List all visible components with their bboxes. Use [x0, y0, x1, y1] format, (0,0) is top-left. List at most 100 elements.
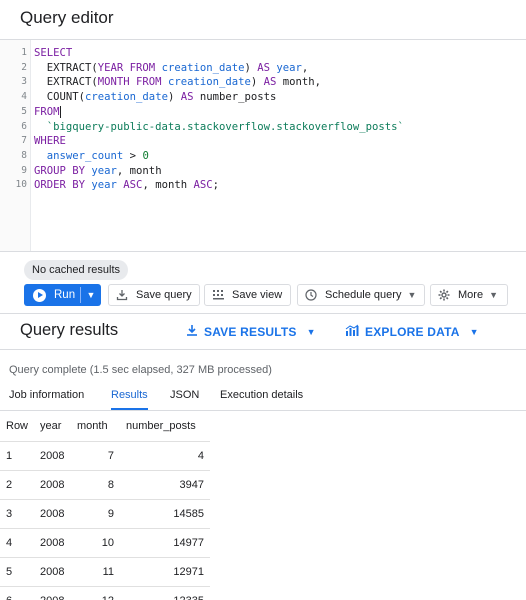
cell-year: 2008: [34, 557, 72, 587]
line-number: 9: [21, 164, 27, 176]
column-header-year: year: [34, 412, 72, 442]
save-results-label: SAVE RESULTS: [204, 325, 297, 339]
code-token: ,: [301, 61, 309, 74]
download-icon: [186, 324, 198, 340]
cell-number-posts: 3947: [120, 470, 211, 500]
cache-status-chip: No cached results: [24, 260, 129, 280]
cell-year: 2008: [34, 528, 72, 558]
schedule-query-label: Schedule query: [325, 289, 402, 301]
download-icon: [115, 288, 129, 302]
code-token: AS: [263, 76, 283, 89]
cell-year: 2008: [34, 441, 72, 471]
tab-execution-details[interactable]: Execution details: [220, 389, 303, 410]
cell-year: 2008: [34, 586, 72, 600]
line-number: 4: [21, 91, 27, 103]
code-token: FROM: [34, 105, 60, 118]
results-header: Query results SAVE RESULTS ▼ EXPLORE DAT…: [0, 317, 526, 347]
code-line[interactable]: 5 FROM: [0, 105, 526, 120]
cell-number-posts: 14977: [120, 528, 211, 558]
cell-month: 11: [71, 557, 121, 587]
code-line[interactable]: 2 EXTRACT(YEAR FROM creation_date) AS ye…: [0, 61, 526, 76]
clock-icon: [304, 288, 318, 302]
cell-month: 8: [71, 470, 121, 500]
code-token: year: [276, 61, 302, 74]
caret-down-icon: ▼: [489, 290, 498, 300]
line-number: 7: [21, 135, 27, 147]
tab-results[interactable]: Results: [111, 389, 148, 410]
code-token: AS: [257, 61, 277, 74]
code-token: YEAR FROM: [97, 61, 162, 74]
code-token: WHERE: [34, 135, 66, 148]
editor-title: Query editor: [20, 8, 114, 27]
cell-number-posts: 4: [120, 441, 211, 471]
play-icon: [33, 288, 46, 302]
code-token: month,: [282, 76, 322, 89]
column-header-number-posts: number_posts: [120, 412, 211, 442]
cell-month: 9: [71, 499, 121, 529]
cell-row: 2: [0, 470, 35, 500]
cell-row: 1: [0, 441, 35, 471]
code-text: WHERE: [34, 134, 66, 149]
code-line[interactable]: 10 ORDER BY year ASC, month ASC;: [0, 178, 526, 193]
cell-row: 5: [0, 557, 35, 587]
code-token: ORDER BY: [34, 179, 92, 192]
explore-data-label: EXPLORE DATA: [365, 325, 460, 339]
cell-year: 2008: [34, 499, 72, 529]
code-token: ): [167, 91, 181, 104]
run-dropdown-button[interactable]: ▼: [81, 284, 101, 306]
results-tabs: Job information Results JSON Execution d…: [0, 384, 526, 410]
code-line[interactable]: 6 `bigquery-public-data.stackoverflow.st…: [0, 120, 526, 135]
caret-down-icon: ▼: [407, 290, 417, 300]
run-button[interactable]: Run: [24, 284, 80, 306]
sql-editor[interactable]: 1 SELECT 2 EXTRACT(YEAR FROM creation_date…: [0, 40, 526, 252]
code-line[interactable]: 4 COUNT(creation_date) AS number_posts: [0, 90, 526, 105]
code-token: COUNT(: [34, 91, 86, 104]
text-cursor: [59, 105, 61, 118]
tab-job-information[interactable]: Job information: [9, 389, 84, 410]
line-number: 5: [21, 105, 27, 117]
schedule-query-button[interactable]: Schedule query ▼: [297, 284, 425, 306]
more-button[interactable]: More ▼: [430, 284, 508, 306]
editor-header: Query editor: [0, 0, 526, 40]
code-token: SELECT: [34, 47, 73, 59]
code-token: MONTH FROM: [97, 76, 168, 89]
cell-number-posts: 12971: [120, 557, 211, 587]
line-number: 6: [21, 120, 27, 132]
table-row: 2 2008 8 3947: [0, 470, 211, 500]
run-button-group: Run ▼: [24, 284, 101, 306]
line-number: 2: [21, 61, 27, 73]
code-token: creation_date: [161, 61, 245, 74]
save-view-button[interactable]: Save view: [204, 284, 291, 306]
tab-json[interactable]: JSON: [170, 389, 199, 410]
view-grid-icon: [211, 288, 225, 302]
code-token: year: [91, 179, 117, 192]
explore-data-button[interactable]: EXPLORE DATA ▼: [345, 324, 479, 340]
code-text: EXTRACT(MONTH FROM creation_date) AS mon…: [34, 75, 321, 90]
code-text: SELECT: [34, 46, 72, 61]
line-number: 1: [21, 47, 27, 58]
cell-row: 6: [0, 586, 35, 600]
code-line[interactable]: 8 answer_count > 0: [0, 149, 526, 164]
code-line[interactable]: 3 EXTRACT(MONTH FROM creation_date) AS m…: [0, 75, 526, 90]
code-token: ASC: [116, 179, 143, 192]
code-text: FROM: [34, 105, 61, 120]
code-text: COUNT(creation_date) AS number_posts: [34, 90, 277, 105]
save-query-button[interactable]: Save query: [108, 284, 200, 306]
code-token: answer_count: [34, 149, 124, 162]
table-row: 4 2008 10 14977: [0, 528, 211, 558]
divider: [0, 410, 526, 411]
code-token: , month: [116, 164, 162, 177]
caret-down-icon: ▼: [86, 290, 96, 300]
code-token: AS: [180, 91, 200, 104]
cell-month: 12: [71, 586, 121, 600]
code-line[interactable]: 1 SELECT: [0, 46, 526, 61]
code-line[interactable]: 7 WHERE: [0, 134, 526, 149]
caret-down-icon: ▼: [469, 327, 479, 337]
table-row: 3 2008 9 14585: [0, 499, 211, 529]
code-token: number_posts: [199, 91, 277, 104]
save-results-button[interactable]: SAVE RESULTS ▼: [186, 324, 316, 340]
code-token: creation_date: [85, 91, 168, 104]
code-line[interactable]: 9 GROUP BY year, month: [0, 164, 526, 179]
query-status: Query complete (1.5 sec elapsed, 327 MB …: [9, 364, 272, 376]
code-token: `bigquery-public-data.stackoverflow.stac…: [34, 120, 404, 133]
